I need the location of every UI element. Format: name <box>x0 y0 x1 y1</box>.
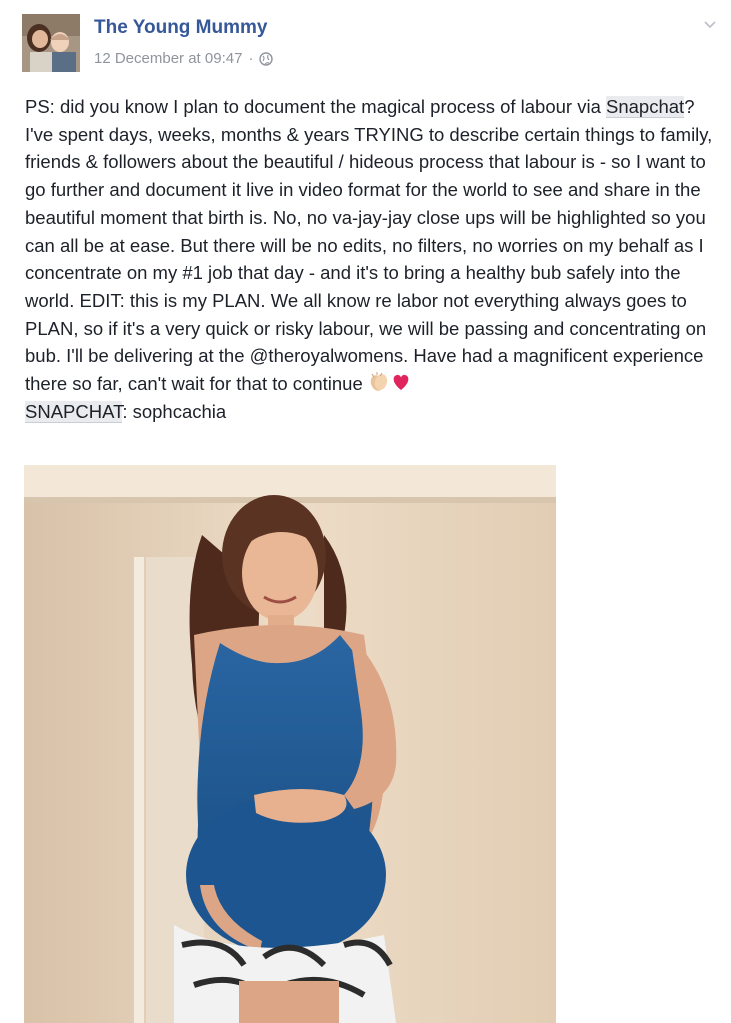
hashtag-link[interactable]: Snapchat <box>606 96 685 118</box>
clapping-hands-emoji <box>370 372 388 391</box>
post-photo[interactable] <box>24 465 556 1023</box>
timestamp[interactable]: 12 December at 09:47 <box>94 50 242 67</box>
avatar-photo <box>22 14 80 72</box>
globe-icon <box>259 51 274 66</box>
post-text-part: PS: did you know I plan to document the … <box>25 96 607 117</box>
pregnant-woman-photo <box>24 465 556 1023</box>
post-text-part: : sophcachia <box>122 400 227 422</box>
avatar[interactable] <box>22 14 80 72</box>
post-header: The Young Mummy 12 December at 09:47 · <box>0 0 731 86</box>
red-heart-emoji <box>393 374 409 391</box>
meta-separator: · <box>248 50 254 67</box>
hashtag-link[interactable]: SNAPCHAT <box>25 400 123 423</box>
author-name[interactable]: The Young Mummy <box>94 17 267 39</box>
post-text-part: ? I've spent days, weeks, months & years… <box>25 96 718 395</box>
post-meta: 12 December at 09:47 · <box>94 50 274 67</box>
post-body: PS: did you know I plan to document the … <box>25 93 725 425</box>
chevron-down-icon[interactable] <box>703 18 717 32</box>
